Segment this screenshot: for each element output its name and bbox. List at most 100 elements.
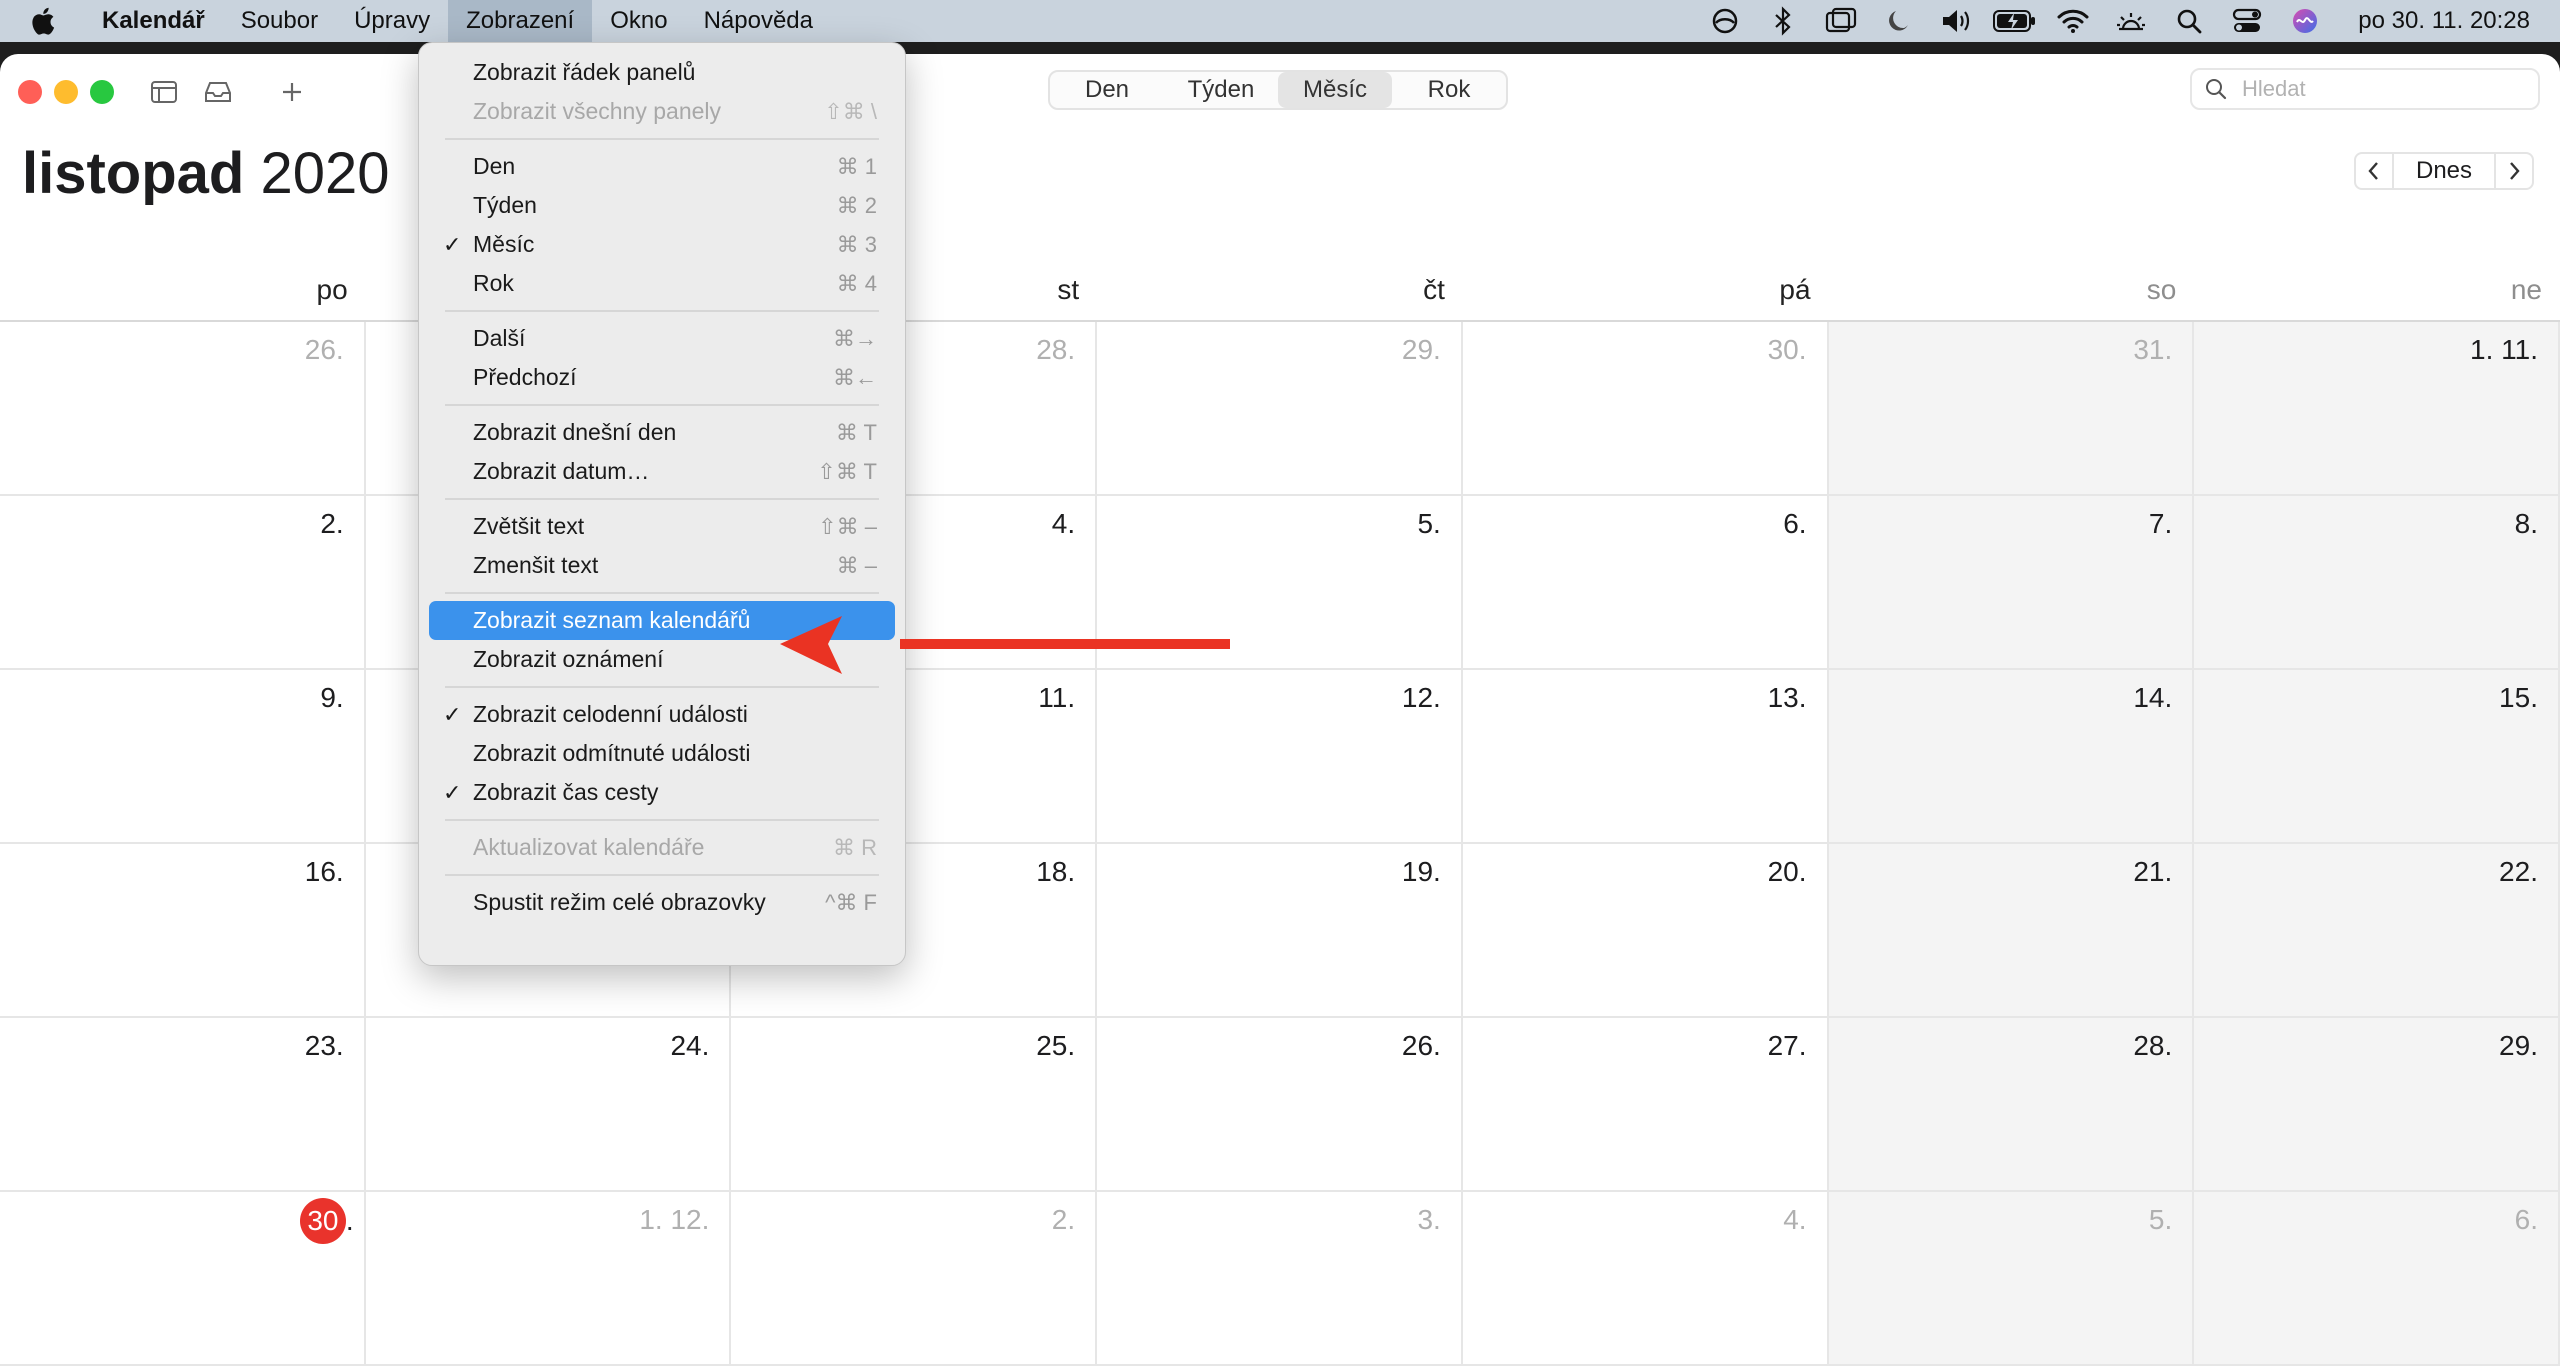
day-cell[interactable]: 20. [1462, 844, 1829, 1018]
day-number: 2. [1051, 1204, 1076, 1235]
menu-separator [445, 310, 879, 312]
day-cell[interactable]: 7. [1828, 496, 2195, 670]
search-icon[interactable] [2160, 0, 2218, 42]
day-cell[interactable]: 23. [0, 1018, 366, 1192]
menu-zobrazeni[interactable]: Zobrazení [448, 0, 593, 42]
menu-item[interactable]: Rok ⌘ 4 [429, 264, 895, 303]
weekday-header: so [2146, 274, 2177, 305]
search-field[interactable] [2190, 68, 2540, 110]
day-cell[interactable]: 3. [1097, 1192, 1463, 1366]
menu-item[interactable]: Zvětšit text ⇧⌘ – [429, 507, 895, 546]
volume-icon[interactable] [1928, 0, 1986, 42]
moon-icon[interactable] [1870, 0, 1928, 42]
menu-item-label: Zvětšit text [473, 513, 585, 539]
day-cell[interactable]: 28. [1828, 1018, 2195, 1192]
menu-upravy[interactable]: Úpravy [336, 0, 448, 42]
day-number: 28. [1036, 334, 1076, 365]
day-cell[interactable]: 4. [1462, 1192, 1829, 1366]
menu-item[interactable]: Zobrazit dnešní den ⌘ T [429, 413, 895, 452]
apple-icon[interactable] [26, 3, 62, 39]
day-cell[interactable]: 9. [0, 670, 366, 844]
menu-app-name[interactable]: Kalendář [84, 0, 223, 42]
today-button[interactable]: Dnes [2394, 152, 2494, 190]
day-cell[interactable]: 30. [1462, 322, 1829, 496]
day-cell[interactable]: 12. [1097, 670, 1463, 844]
day-cell[interactable]: 22. [2194, 844, 2560, 1018]
day-cell[interactable]: 30. [0, 1192, 366, 1366]
menu-item[interactable]: Spustit režim celé obrazovky ^⌘ F [429, 883, 895, 922]
menu-item-label: Spustit režim celé obrazovky [473, 889, 766, 915]
bluetooth-icon[interactable] [1754, 0, 1812, 42]
day-cell[interactable]: 27. [1462, 1018, 1829, 1192]
inbox-icon[interactable] [200, 74, 236, 110]
day-cell[interactable]: 13. [1462, 670, 1829, 844]
focus-icon[interactable] [1696, 0, 1754, 42]
day-cell[interactable]: 16. [0, 844, 366, 1018]
day-cell[interactable]: 21. [1828, 844, 2195, 1018]
menu-item[interactable]: Týden ⌘ 2 [429, 186, 895, 225]
menu-item[interactable]: Zobrazit řádek panelů [429, 53, 895, 92]
battery-icon[interactable] [1986, 0, 2044, 42]
menu-soubor[interactable]: Soubor [223, 0, 336, 42]
menu-bar: Kalendář Soubor Úpravy Zobrazení Okno Ná… [0, 0, 2560, 42]
day-cell[interactable]: 1. 11. [2194, 322, 2560, 496]
day-cell[interactable]: 26. [0, 322, 366, 496]
menu-item[interactable]: Zobrazit odmítnuté události [429, 734, 895, 773]
day-number: 1. 11. [2470, 334, 2538, 365]
day-cell[interactable]: 25. [731, 1018, 1098, 1192]
day-number: 5. [2148, 1204, 2173, 1235]
menu-item-shortcut: ⌘ – [836, 552, 877, 578]
day-cell[interactable]: 5. [1828, 1192, 2195, 1366]
menu-item[interactable]: Další ⌘→ [429, 319, 895, 358]
day-cell[interactable]: 8. [2194, 496, 2560, 670]
window-icon[interactable] [1812, 0, 1870, 42]
minimize-button[interactable] [54, 80, 78, 104]
menu-okno[interactable]: Okno [592, 0, 685, 42]
day-cell[interactable]: 29. [1097, 322, 1463, 496]
tab-den[interactable]: Den [1050, 72, 1164, 108]
day-cell[interactable]: 26. [1097, 1018, 1463, 1192]
calendar-list-icon[interactable] [146, 74, 182, 110]
search-input[interactable] [2242, 76, 2502, 102]
day-cell[interactable]: 6. [1462, 496, 1829, 670]
day-cell[interactable]: 2. [731, 1192, 1098, 1366]
menu-item[interactable]: ✓ Měsíc ⌘ 3 [429, 225, 895, 264]
day-number: 29. [1401, 334, 1441, 365]
day-cell[interactable]: 1. 12. [365, 1192, 732, 1366]
menu-item-label: Den [473, 153, 516, 179]
day-cell[interactable]: 2. [0, 496, 366, 670]
plus-icon[interactable] [274, 74, 310, 110]
day-cell[interactable]: 31. [1828, 322, 2195, 496]
menu-napoveda[interactable]: Nápověda [686, 0, 831, 42]
next-month-button[interactable] [2494, 152, 2534, 190]
day-cell[interactable]: 15. [2194, 670, 2560, 844]
wifi-icon[interactable] [2044, 0, 2102, 42]
day-number: 7. [2148, 508, 2173, 539]
close-button[interactable] [18, 80, 42, 104]
day-cell[interactable]: 19. [1097, 844, 1463, 1018]
brightness-icon[interactable] [2102, 0, 2160, 42]
menu-item[interactable]: Předchozí ⌘← [429, 358, 895, 397]
control-center-icon[interactable] [2218, 0, 2276, 42]
menu-separator [445, 874, 879, 876]
menu-clock[interactable]: po 30. 11. 20:28 [2334, 7, 2560, 35]
day-number: 19. [1401, 856, 1441, 887]
tab-tyden[interactable]: Týden [1164, 72, 1278, 108]
day-cell[interactable]: 24. [365, 1018, 732, 1192]
menu-item[interactable]: ✓ Zobrazit celodenní události [429, 695, 895, 734]
menu-item[interactable]: ✓ Zobrazit čas cesty [429, 773, 895, 812]
day-cell[interactable]: 6. [2194, 1192, 2560, 1366]
day-cell[interactable]: 14. [1828, 670, 2195, 844]
menu-item[interactable]: Zmenšit text ⌘ – [429, 546, 895, 585]
menu-separator [445, 138, 879, 140]
tab-mesic[interactable]: Měsíc [1278, 72, 1392, 108]
day-number: 13. [1767, 682, 1807, 713]
menu-item[interactable]: Zobrazit datum… ⇧⌘ T [429, 452, 895, 491]
zoom-button[interactable] [90, 80, 114, 104]
tab-rok[interactable]: Rok [1392, 72, 1506, 108]
day-cell[interactable]: 29. [2194, 1018, 2560, 1192]
siri-icon[interactable] [2276, 0, 2334, 42]
weekday-header: čt [1423, 274, 1445, 305]
menu-item[interactable]: Den ⌘ 1 [429, 147, 895, 186]
prev-month-button[interactable] [2354, 152, 2394, 190]
